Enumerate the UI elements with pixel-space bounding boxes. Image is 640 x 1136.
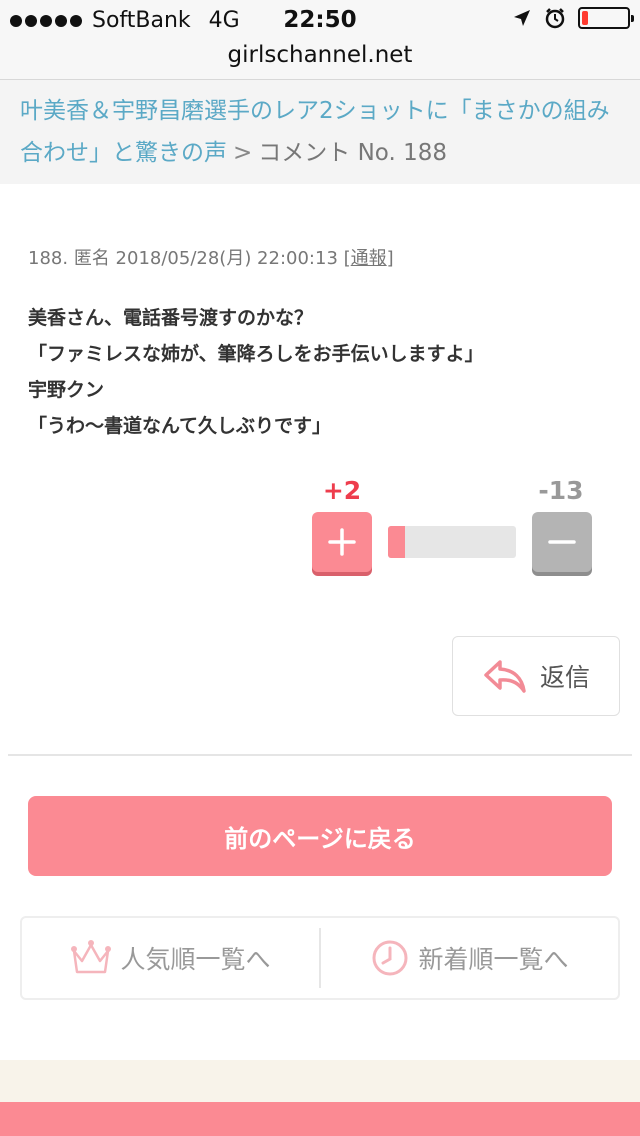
- minus-icon: [548, 540, 576, 544]
- comment-line: 「ファミレスな姉が、筆降ろしをお手伝いしますよ」: [28, 343, 484, 365]
- crown-icon: [71, 940, 112, 974]
- comment-number: 188.: [28, 248, 69, 269]
- divider: [8, 754, 632, 756]
- status-bar: SoftBank 4G 22:50: [0, 0, 640, 40]
- newest-list-label: 新着順一覧へ: [418, 945, 569, 974]
- comment-datetime: 2018/05/28(月) 22:00:13: [115, 248, 338, 269]
- plus-vote-count: +2: [322, 476, 362, 505]
- report-bracket-close: ]: [386, 248, 394, 269]
- breadcrumb-current: コメント No. 188: [258, 140, 447, 166]
- popular-list-link[interactable]: 人気順一覧へ: [22, 918, 319, 998]
- clock-icon: [372, 940, 408, 976]
- url-domain: girlschannel.net: [227, 42, 413, 68]
- breadcrumb: 叶美香＆宇野昌磨選手のレア2ショットに「まさかの組み合わせ」と驚きの声 > コメント…: [0, 80, 640, 184]
- reply-button[interactable]: 返信: [452, 636, 620, 716]
- newest-list-link[interactable]: 新着順一覧へ: [321, 918, 618, 998]
- plus-icon: [328, 528, 356, 556]
- popular-list-label: 人気順一覧へ: [120, 945, 271, 974]
- footer-band: [0, 1060, 640, 1102]
- comment-line: 「うわ〜書道なんて久しぶりです」: [28, 415, 332, 437]
- comment-meta: 188. 匿名 2018/05/28(月) 22:00:13 [通報]: [28, 244, 394, 270]
- comment-line: 美香さん、電話番号渡すのかな？: [28, 307, 314, 329]
- vote-ratio-bar: [388, 526, 516, 558]
- reply-arrow-icon: [484, 660, 526, 693]
- vote-ratio-fill: [388, 526, 406, 558]
- footer-bar: [0, 1102, 640, 1136]
- minus-vote-button[interactable]: [532, 512, 592, 572]
- back-button-label: 前のページに戻る: [224, 824, 416, 853]
- back-to-previous-page-button[interactable]: 前のページに戻る: [28, 796, 612, 876]
- location-arrow-icon: [514, 10, 530, 26]
- url-bar[interactable]: girlschannel.net: [0, 40, 640, 80]
- breadcrumb-separator: >: [233, 140, 253, 166]
- list-navigation: 人気順一覧へ 新着順一覧へ: [20, 916, 620, 1000]
- comment-author: 匿名: [73, 248, 110, 269]
- comment-body: 美香さん、電話番号渡すのかな？ 「ファミレスな姉が、筆降ろしをお手伝いしますよ」…: [28, 300, 618, 444]
- report-bracket-open: [: [343, 248, 351, 269]
- reply-label: 返信: [539, 663, 590, 692]
- minus-vote-count: -13: [538, 476, 584, 505]
- battery-icon: [578, 7, 634, 29]
- report-link[interactable]: 通報: [351, 248, 387, 269]
- alarm-icon: [545, 8, 565, 29]
- status-right: [512, 7, 634, 29]
- comment-line: 宇野クン: [28, 379, 105, 401]
- plus-vote-button[interactable]: [312, 512, 372, 572]
